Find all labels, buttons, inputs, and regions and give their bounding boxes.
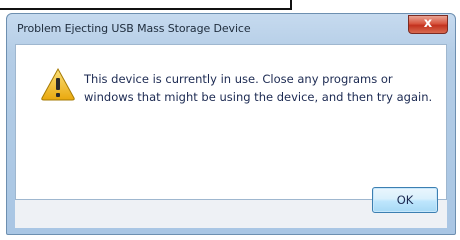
close-button[interactable]: x bbox=[408, 15, 448, 34]
background-window-edge bbox=[0, 0, 292, 10]
ok-button[interactable]: OK bbox=[372, 187, 438, 213]
close-icon: x bbox=[423, 16, 433, 31]
warning-icon bbox=[41, 67, 75, 101]
title-bar[interactable]: Problem Ejecting USB Mass Storage Device… bbox=[7, 14, 455, 44]
screen: Problem Ejecting USB Mass Storage Device… bbox=[0, 0, 460, 240]
dialog-content bbox=[15, 44, 447, 200]
dialog-message: This device is currently in use. Close a… bbox=[84, 72, 433, 104]
dialog-title: Problem Ejecting USB Mass Storage Device bbox=[17, 22, 251, 35]
eject-error-dialog: Problem Ejecting USB Mass Storage Device… bbox=[6, 13, 456, 235]
